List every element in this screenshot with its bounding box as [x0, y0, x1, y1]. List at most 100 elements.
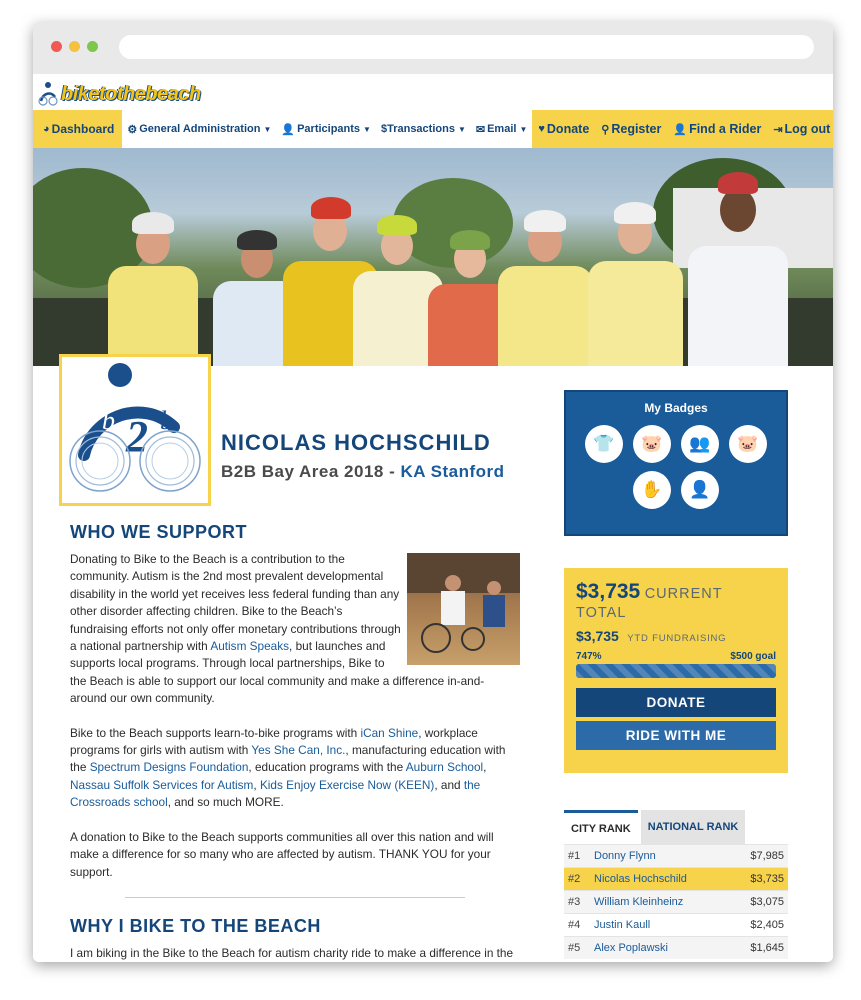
nav-transactions-label: $Transactions — [380, 123, 455, 135]
yes-she-can-link[interactable]: Yes She Can, Inc. — [251, 743, 345, 757]
team-link[interactable]: KA Stanford — [400, 462, 504, 481]
rank-position: #5 — [568, 942, 581, 954]
ranking-panel: CITY RANK NATIONAL RANK #1 Donny Flynn $… — [564, 810, 788, 959]
heart-icon: ♥ — [538, 123, 545, 135]
team-badge-icon[interactable]: 👥 — [681, 425, 719, 463]
rank-rider-link[interactable]: Justin Kaull — [594, 919, 738, 931]
add-user-badge-icon[interactable]: 👤 — [681, 471, 719, 509]
ranking-row-current-user: #2 Nicolas Hochschild $3,735 — [564, 867, 788, 890]
hero-banner-photo — [33, 148, 833, 366]
nav-transactions[interactable]: $Transactions ▼ — [376, 110, 471, 148]
nav-find-a-rider[interactable]: 👤 Find a Rider — [667, 110, 767, 148]
nav-general-administration-label: General Administration — [139, 123, 261, 135]
rank-amount: $3,735 — [750, 873, 784, 885]
hand-coin-badge-icon[interactable]: ✋ — [633, 471, 671, 509]
support-p2-text: , — [483, 760, 487, 775]
support-p2-text: , and — [434, 777, 464, 792]
why-i-bike-heading: WHY I BIKE TO THE BEACH — [70, 915, 321, 936]
caret-down-icon: ▼ — [519, 124, 528, 134]
nav-email-label: Email — [487, 123, 517, 135]
why-paragraph: I am biking in the Bike to the Beach for… — [70, 945, 514, 960]
autism-speaks-link[interactable]: Autism Speaks — [210, 639, 289, 653]
nav-log-out-label: Log out — [784, 122, 831, 136]
ytd-amount: $3,735 — [576, 628, 619, 644]
browser-toolbar — [33, 22, 833, 74]
nav-participants-label: Participants — [297, 123, 361, 135]
nav-donate[interactable]: ♥ Donate — [532, 110, 595, 148]
address-bar[interactable] — [119, 35, 814, 59]
browser-window: biketothebeach ◕ Dashboard ⚙ General Adm… — [33, 22, 833, 962]
support-p1-text: Donating to Bike to the Beach is a contr… — [70, 552, 401, 654]
auburn-school-link[interactable]: Auburn School — [406, 760, 483, 774]
rank-position: #4 — [568, 919, 581, 931]
support-paragraph-3: A donation to Bike to the Beach supports… — [70, 829, 494, 879]
nav-log-out[interactable]: ⇥ Log out — [767, 110, 833, 148]
rank-amount: $7,985 — [750, 850, 784, 862]
support-p2-text: , education programs with the — [248, 760, 406, 775]
rank-rider-link[interactable]: Nicolas Hochschild — [594, 873, 738, 885]
rank-rider-link[interactable]: William Kleinheinz — [594, 896, 738, 908]
nav-register-label: Register — [611, 122, 662, 136]
fundraising-progress-bar — [576, 664, 776, 678]
tab-city-rank[interactable]: CITY RANK — [564, 810, 638, 844]
ican-shine-link[interactable]: iCan Shine — [360, 726, 418, 740]
rank-position: #1 — [568, 850, 581, 862]
gears-icon: ⚙ — [127, 123, 138, 136]
envelope-icon: ✉ — [475, 123, 486, 136]
nav-donate-label: Donate — [546, 122, 590, 136]
keen-link[interactable]: Kids Enjoy Exercise Now (KEEN) — [260, 778, 434, 792]
ytd-label: YTD FUNDRAISING — [627, 633, 727, 644]
rank-position: #2 — [568, 873, 581, 885]
my-badges-title: My Badges — [644, 401, 708, 415]
user-icon: 👤 — [281, 123, 296, 136]
event-subtitle: B2B Bay Area 2018 - KA Stanford — [221, 462, 505, 482]
current-total-amount: $3,735 — [576, 580, 641, 603]
nav-participants[interactable]: 👤 Participants ▼ — [276, 110, 376, 148]
my-badges-panel: My Badges 👕 🐷 👥 🐷 ✋ 👤 — [564, 390, 788, 536]
ranking-row: #4 Justin Kaull $2,405 — [564, 913, 788, 936]
piggy-bank-gold-badge-icon[interactable]: 🐷 — [729, 425, 767, 463]
event-name: B2B Bay Area 2018 — [221, 462, 384, 481]
caret-down-icon: ▼ — [263, 124, 272, 134]
site-logo[interactable]: biketothebeach — [37, 74, 201, 114]
piggy-bank-badge-icon[interactable]: 🐷 — [633, 425, 671, 463]
dashboard-icon: ◕ — [43, 123, 50, 135]
maximize-window-dot[interactable] — [87, 41, 98, 52]
logo-wordmark: biketothebeach — [61, 82, 201, 105]
tab-national-rank[interactable]: NATIONAL RANK — [640, 810, 746, 844]
caret-down-icon: ▼ — [457, 124, 466, 134]
nav-email[interactable]: ✉ Email ▼ — [471, 110, 533, 148]
rank-position: #3 — [568, 896, 581, 908]
main-nav: ◕ Dashboard ⚙ General Administration ▼ 👤… — [33, 110, 833, 148]
nav-dashboard[interactable]: ◕ Dashboard — [33, 110, 123, 148]
participant-name: NICOLAS HOCHSCHILD — [221, 430, 491, 455]
rank-amount: $3,075 — [750, 896, 784, 908]
main-content: WHO WE SUPPORT Donating to Bike to the B… — [70, 522, 520, 962]
spectrum-designs-link[interactable]: Spectrum Designs Foundation — [90, 760, 249, 774]
support-p2-text: , and so much MORE. — [167, 795, 284, 810]
nassau-suffolk-link[interactable]: Nassau Suffolk Services for Autism — [70, 778, 253, 792]
progress-goal: $500 goal — [730, 651, 776, 662]
b2b-bike-logo-icon: b 2 b — [69, 363, 201, 492]
user-icon: 👤 — [673, 123, 688, 136]
donate-button[interactable]: DONATE — [576, 688, 776, 717]
fundraising-panel: $3,735 CURRENT TOTAL $3,735 YTD FUNDRAIS… — [564, 568, 788, 773]
nav-register[interactable]: ⚲ Register — [595, 110, 667, 148]
ranking-row: #3 William Kleinheinz $3,075 — [564, 890, 788, 913]
ranking-row: #1 Donny Flynn $7,985 — [564, 844, 788, 867]
sign-out-icon: ⇥ — [773, 123, 783, 136]
rank-rider-link[interactable]: Alex Poplawski — [594, 942, 738, 954]
close-window-dot[interactable] — [51, 41, 62, 52]
bike-logo-icon — [38, 82, 58, 106]
nav-general-administration[interactable]: ⚙ General Administration ▼ — [122, 110, 276, 148]
bicycle-icon: ⚲ — [601, 123, 610, 136]
rank-rider-link[interactable]: Donny Flynn — [594, 850, 738, 862]
jersey-badge-icon[interactable]: 👕 — [585, 425, 623, 463]
nav-find-a-rider-label: Find a Rider — [689, 122, 762, 136]
caret-down-icon: ▼ — [363, 124, 371, 134]
ranking-list: #1 Donny Flynn $7,985 #2 Nicolas Hochsch… — [564, 844, 788, 959]
rank-amount: $1,645 — [750, 942, 784, 954]
support-program-photo — [407, 553, 520, 665]
minimize-window-dot[interactable] — [69, 41, 80, 52]
ride-with-me-button[interactable]: RIDE WITH ME — [576, 721, 776, 750]
